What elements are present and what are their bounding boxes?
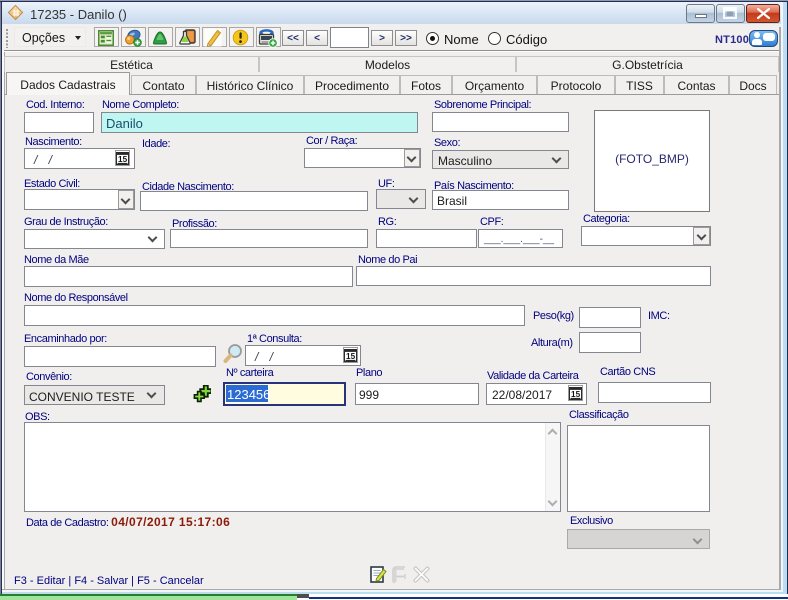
svg-text:15: 15 [118,155,128,164]
svg-text:15: 15 [571,390,581,399]
svg-text:15: 15 [346,352,356,361]
